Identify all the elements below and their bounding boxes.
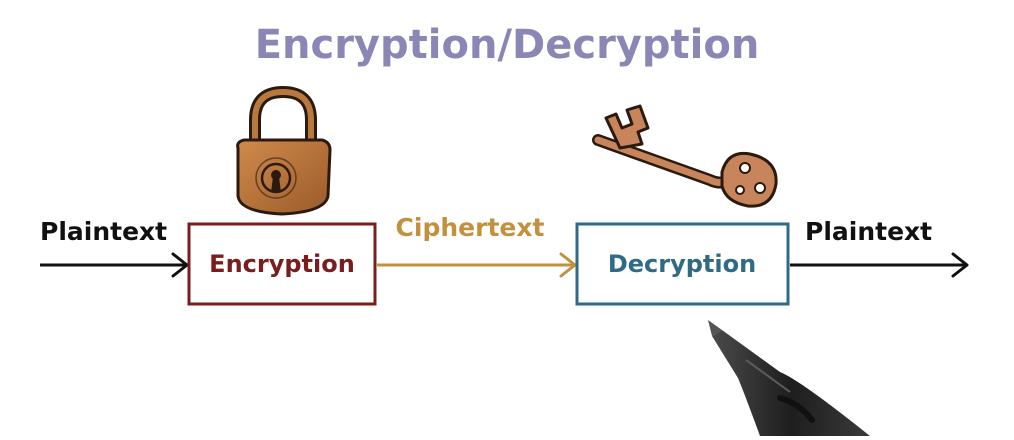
- output-plaintext-label: Plaintext: [805, 217, 932, 246]
- stylus-pen: [708, 320, 870, 436]
- diagram-svg: Encryption/Decryption Plaintext Encrypti…: [40, 22, 969, 436]
- diagram-title: Encryption/Decryption: [255, 22, 760, 68]
- diagram-canvas: Encryption/Decryption Plaintext Encrypti…: [0, 0, 1014, 436]
- output-arrow: [790, 252, 969, 278]
- input-plaintext-label: Plaintext: [40, 217, 167, 246]
- padlock-icon: [236, 85, 332, 216]
- decryption-label: Decryption: [608, 250, 756, 278]
- ciphertext-label: Ciphertext: [396, 213, 545, 242]
- key-icon: [592, 104, 778, 208]
- encryption-label: Encryption: [209, 250, 355, 278]
- ciphertext-arrow: [377, 252, 577, 278]
- input-arrow: [40, 252, 189, 278]
